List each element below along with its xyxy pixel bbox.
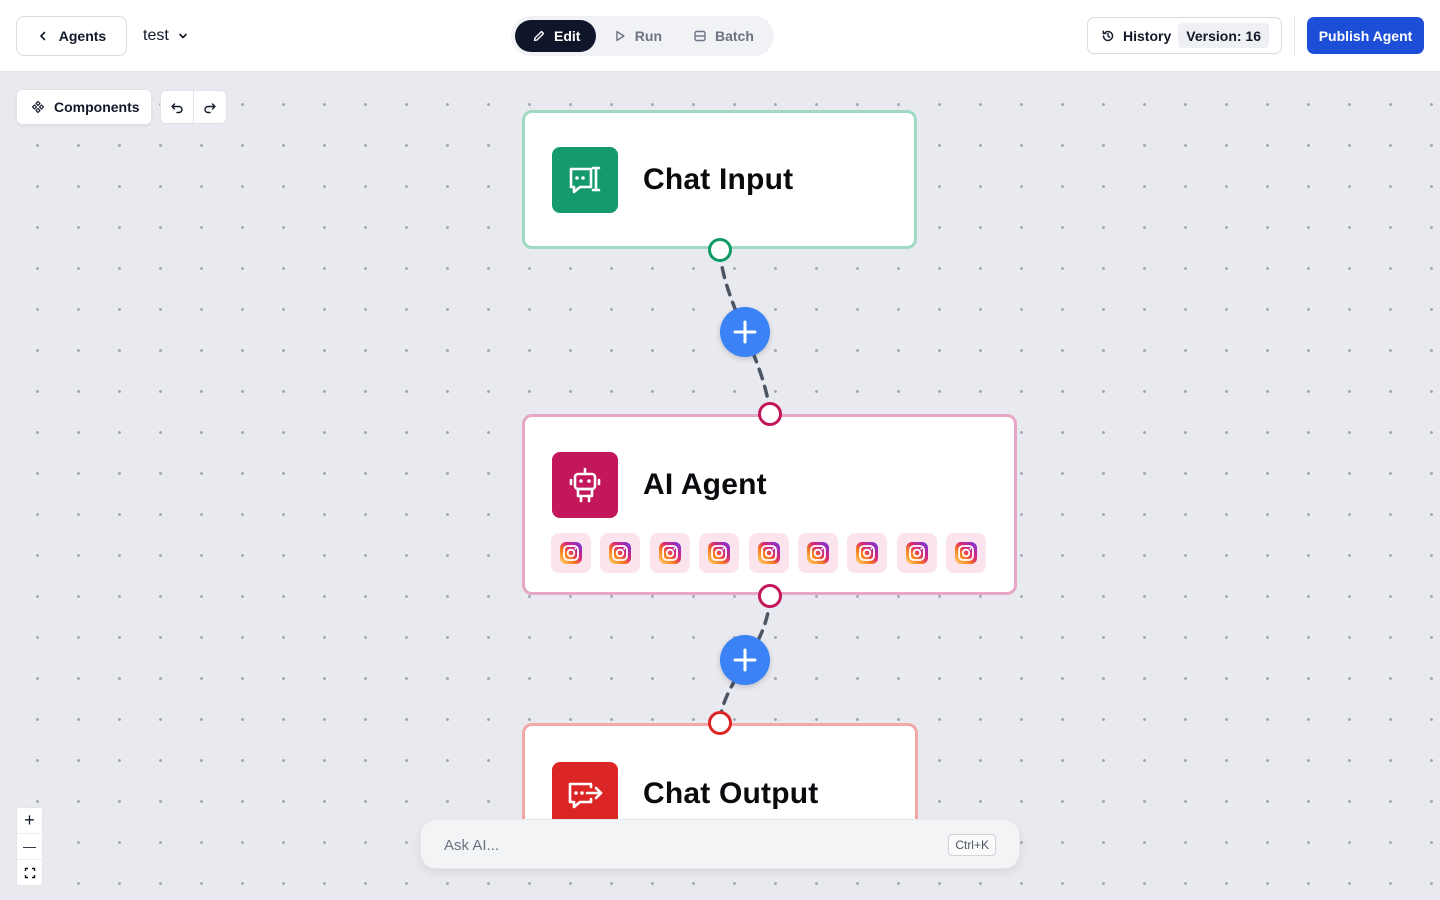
agent-tool-chip[interactable] [748, 533, 789, 573]
back-button-label: Agents [58, 28, 107, 44]
instagram-icon [955, 542, 978, 564]
redo-button[interactable] [194, 91, 226, 123]
agent-tool-chip[interactable] [551, 533, 591, 573]
mode-run-tab[interactable]: Run [596, 20, 678, 52]
mode-run-label: Run [634, 28, 662, 44]
agent-tool-chip[interactable] [699, 533, 740, 573]
back-to-agents-button[interactable]: Agents [16, 16, 127, 56]
mode-switch: Edit Run Batch [511, 16, 774, 56]
history-icon [1102, 30, 1114, 41]
zoom-controls: + — [16, 807, 43, 886]
agent-tool-chip[interactable] [600, 533, 641, 573]
components-button[interactable]: Components [16, 89, 152, 125]
instagram-icon [806, 542, 829, 564]
chat-input-output-port[interactable] [708, 238, 732, 262]
instagram-icon [560, 542, 582, 564]
agent-tool-chip[interactable] [896, 533, 937, 573]
agent-name-label: test [143, 27, 169, 44]
fit-view-button[interactable] [17, 860, 42, 885]
add-node-button[interactable] [720, 307, 770, 357]
chevron-down-icon [178, 33, 187, 39]
play-icon [616, 30, 625, 42]
mode-edit-label: Edit [554, 28, 581, 44]
history-label: History [1123, 27, 1172, 44]
chat-input-icon [552, 147, 618, 213]
agent-name-dropdown[interactable]: test [143, 24, 189, 48]
ask-ai-bar: Ctrl+K [420, 819, 1020, 869]
instagram-icon [757, 542, 780, 564]
ask-ai-input[interactable] [444, 834, 924, 856]
history-button[interactable]: History Version: 16 [1087, 17, 1282, 54]
agent-tool-chip[interactable] [649, 533, 690, 573]
instagram-icon [609, 542, 632, 564]
node-title: Chat Input [643, 163, 794, 196]
instagram-icon [658, 542, 681, 564]
agent-tool-chip[interactable] [797, 533, 838, 573]
node-title: AI Agent [643, 468, 767, 501]
node-title: Chat Output [643, 777, 819, 810]
chat-output-input-port[interactable] [708, 711, 732, 735]
ai-agent-input-port[interactable] [758, 402, 782, 426]
components-icon [31, 100, 45, 114]
version-badge: Version: 16 [1178, 23, 1269, 48]
top-bar: Agents test Edit Run Batch History Versi… [0, 0, 1440, 72]
agent-tool-chip[interactable] [946, 533, 987, 573]
instagram-icon [905, 542, 928, 564]
shortcut-hint: Ctrl+K [948, 834, 996, 856]
zoom-in-button[interactable]: + [17, 808, 42, 834]
undo-button[interactable] [161, 91, 194, 123]
pencil-icon [533, 30, 545, 42]
mode-batch-label: Batch [715, 28, 754, 44]
node-chat-input[interactable]: Chat Input [522, 110, 917, 249]
mode-batch-tab[interactable]: Batch [678, 20, 770, 52]
components-label: Components [54, 99, 140, 115]
node-ai-agent[interactable]: AI Agent [522, 414, 1017, 595]
mode-edit-tab[interactable]: Edit [515, 20, 596, 52]
redo-icon [204, 103, 216, 114]
undo-redo-group [160, 90, 227, 124]
undo-icon [171, 103, 183, 114]
agent-tool-chip[interactable] [847, 533, 888, 573]
header-divider [1294, 16, 1295, 56]
add-node-button[interactable] [720, 635, 770, 685]
chevron-left-icon [39, 31, 46, 41]
publish-agent-button[interactable]: Publish Agent [1307, 17, 1424, 54]
batch-icon [694, 30, 706, 42]
fit-view-icon [24, 867, 35, 878]
zoom-out-button[interactable]: — [17, 834, 42, 860]
robot-icon [552, 452, 618, 518]
plus-icon [733, 648, 757, 672]
ai-agent-output-port[interactable] [758, 584, 782, 608]
agent-tools-row [551, 533, 987, 573]
instagram-icon [708, 542, 731, 564]
plus-icon [733, 320, 757, 344]
instagram-icon [856, 542, 879, 564]
